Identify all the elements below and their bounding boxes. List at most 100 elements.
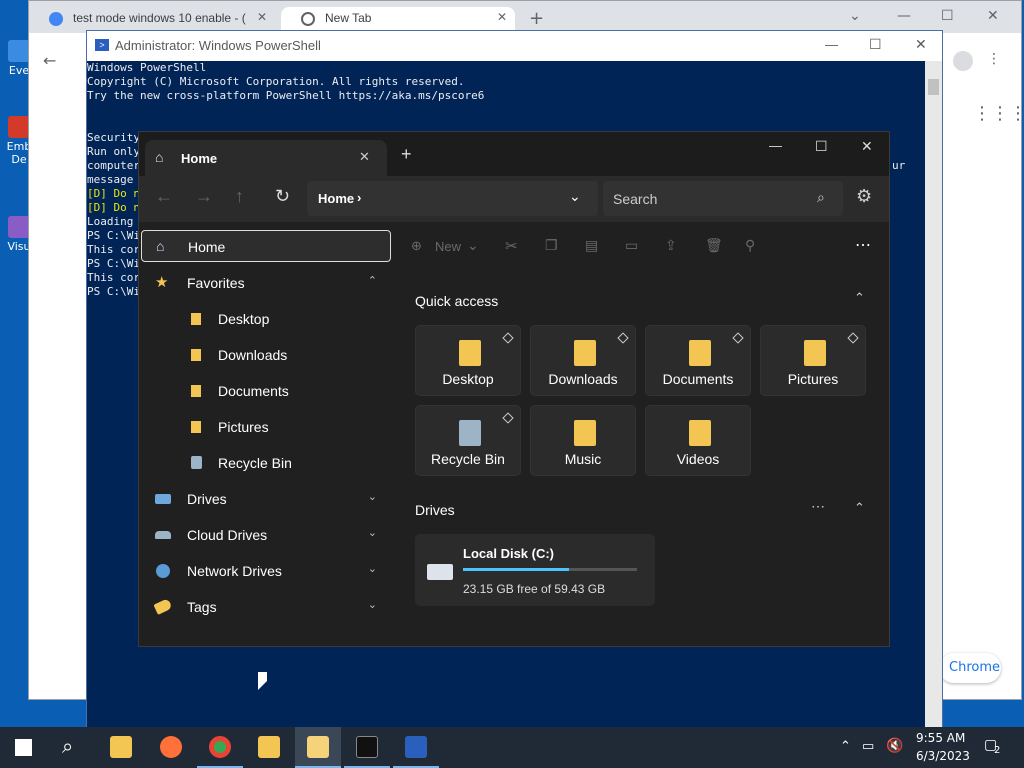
- pin-icon[interactable]: [732, 332, 744, 344]
- chevron-up-icon[interactable]: ⌃: [368, 274, 377, 287]
- refresh-icon[interactable]: ↻: [275, 186, 290, 207]
- collapse-chevron-icon[interactable]: ⌃: [854, 500, 865, 516]
- pin-icon[interactable]: [617, 332, 629, 344]
- sidebar-item-documents[interactable]: Documents: [139, 374, 393, 408]
- taskbar-files[interactable]: [246, 727, 292, 768]
- taskbar-files-app[interactable]: [295, 727, 341, 768]
- powershell-titlebar[interactable]: > Administrator: Windows PowerShell — ☐ …: [87, 31, 942, 61]
- chevron-down-icon[interactable]: ⌄: [368, 562, 377, 575]
- copy-icon[interactable]: ❐: [545, 237, 558, 254]
- volume-muted-icon[interactable]: 🔇: [886, 738, 903, 754]
- properties-icon[interactable]: ⚲: [745, 237, 755, 254]
- maximize-icon[interactable]: ☐: [815, 138, 828, 155]
- close-icon[interactable]: ✕: [987, 8, 999, 24]
- breadcrumb[interactable]: Home: [318, 191, 354, 206]
- maximize-icon[interactable]: ☐: [941, 8, 954, 24]
- quick-access-tile-pictures[interactable]: Pictures: [760, 325, 866, 396]
- tab-search-icon[interactable]: ⌄: [849, 8, 861, 24]
- sidebar-item-recycle-bin[interactable]: Recycle Bin: [139, 446, 393, 480]
- quick-access-tile-desktop[interactable]: Desktop: [415, 325, 521, 396]
- address-bar[interactable]: Home › ⌄: [307, 181, 598, 216]
- rename-icon[interactable]: ▭: [625, 237, 638, 254]
- collapse-chevron-icon[interactable]: ⌃: [854, 290, 865, 306]
- minimize-icon[interactable]: —: [825, 37, 838, 52]
- powershell-icon: [405, 736, 427, 758]
- chevron-down-icon[interactable]: ⌄: [368, 598, 377, 611]
- profile-icon[interactable]: [953, 51, 973, 71]
- more-options-icon[interactable]: ⋯: [811, 498, 825, 515]
- sidebar-item-cloud-drives[interactable]: Cloud Drives ⌄: [139, 518, 393, 552]
- maximize-icon[interactable]: ☐: [869, 36, 882, 53]
- forward-icon[interactable]: →: [195, 186, 213, 207]
- sidebar-item-network-drives[interactable]: Network Drives ⌄: [139, 554, 393, 588]
- chevron-down-icon[interactable]: ⌄: [467, 237, 479, 254]
- more-options-icon[interactable]: ⋯: [855, 235, 872, 255]
- taskbar-powershell[interactable]: [393, 727, 439, 768]
- sidebar-item-home[interactable]: ⌂ Home: [141, 230, 391, 262]
- search-icon: ⌕: [62, 734, 74, 758]
- files-explorer-window[interactable]: ⌂ Home ✕ + — ☐ ✕ ← → ↑ ↻ Home › ⌄ Search…: [138, 131, 890, 647]
- share-icon[interactable]: ⇪: [665, 237, 677, 254]
- drive-card-local-disk[interactable]: Local Disk (C:) 23.15 GB free of 59.43 G…: [415, 534, 655, 606]
- sidebar-item-tags[interactable]: Tags ⌄: [139, 590, 393, 624]
- sidebar-item-downloads[interactable]: Downloads: [139, 338, 393, 372]
- menu-icon[interactable]: ⋮: [987, 51, 1001, 67]
- close-tab-icon[interactable]: ✕: [257, 10, 267, 24]
- back-icon[interactable]: ←: [43, 51, 56, 70]
- sidebar-item-drives[interactable]: Drives ⌄: [139, 482, 393, 516]
- cut-icon[interactable]: ✂: [505, 237, 518, 255]
- explorer-tab-home[interactable]: ⌂ Home ✕: [145, 140, 387, 176]
- search-icon[interactable]: ⌕: [817, 189, 825, 206]
- clock-date[interactable]: 6/3/2023: [916, 749, 970, 763]
- taskbar-file-explorer[interactable]: [98, 727, 144, 768]
- pin-icon[interactable]: [847, 332, 859, 344]
- back-icon[interactable]: ←: [155, 186, 173, 207]
- start-icon: [15, 739, 32, 756]
- minimize-icon[interactable]: —: [769, 138, 782, 153]
- network-status-icon[interactable]: ▭: [862, 739, 874, 754]
- taskbar-terminal[interactable]: [344, 727, 390, 768]
- search-button[interactable]: ⌕: [48, 727, 94, 768]
- pin-icon[interactable]: [502, 332, 514, 344]
- close-tab-icon[interactable]: ✕: [359, 149, 370, 165]
- minimize-icon[interactable]: —: [897, 8, 911, 24]
- sidebar-item-desktop[interactable]: Desktop: [139, 302, 393, 336]
- scrollbar-thumb[interactable]: [928, 79, 939, 95]
- taskbar-firefox[interactable]: [148, 727, 194, 768]
- pictures-folder-icon: [804, 340, 826, 366]
- new-tab-button[interactable]: +: [401, 144, 412, 165]
- close-icon[interactable]: ✕: [915, 36, 927, 53]
- show-hidden-icons-chevron-icon[interactable]: ⌃: [840, 739, 851, 754]
- search-input[interactable]: Search ⌕: [603, 181, 843, 216]
- paste-icon[interactable]: ▤: [585, 237, 598, 254]
- quick-access-header[interactable]: Quick access: [415, 293, 498, 309]
- quick-access-tile-recycle-bin[interactable]: Recycle Bin: [415, 405, 521, 476]
- chrome-promo-chip[interactable]: Chrome: [939, 653, 1001, 683]
- start-button[interactable]: [0, 727, 46, 768]
- quick-access-tile-music[interactable]: Music: [530, 405, 636, 476]
- tile-label: Recycle Bin: [431, 451, 505, 467]
- chevron-down-icon[interactable]: ⌄: [368, 490, 377, 503]
- delete-icon[interactable]: 🗑: [705, 237, 723, 254]
- chevron-down-icon[interactable]: ⌄: [569, 188, 581, 205]
- drives-header[interactable]: Drives: [415, 502, 455, 518]
- settings-gear-icon[interactable]: ⚙: [856, 186, 872, 207]
- quick-access-tile-videos[interactable]: Videos: [645, 405, 751, 476]
- new-button[interactable]: New: [435, 239, 461, 254]
- quick-access-tile-downloads[interactable]: Downloads: [530, 325, 636, 396]
- apps-grid-icon[interactable]: ⋮⋮⋮: [973, 103, 1024, 124]
- taskbar-chrome[interactable]: [197, 727, 243, 768]
- up-icon[interactable]: ↑: [235, 186, 244, 207]
- sidebar-item-favorites[interactable]: ★ Favorites ⌃: [139, 266, 393, 300]
- pin-icon[interactable]: [502, 412, 514, 424]
- clock-time[interactable]: 9:55 AM: [916, 731, 965, 745]
- star-icon: ★: [155, 274, 169, 291]
- sidebar-item-pictures[interactable]: Pictures: [139, 410, 393, 444]
- console-scrollbar[interactable]: [925, 61, 942, 729]
- chevron-down-icon[interactable]: ⌄: [368, 526, 377, 539]
- new-tab-button[interactable]: +: [529, 8, 544, 29]
- quick-access-tile-documents[interactable]: Documents: [645, 325, 751, 396]
- close-icon[interactable]: ✕: [861, 138, 873, 155]
- close-tab-icon[interactable]: ✕: [497, 10, 507, 24]
- new-item-icon[interactable]: ⊕: [411, 238, 422, 254]
